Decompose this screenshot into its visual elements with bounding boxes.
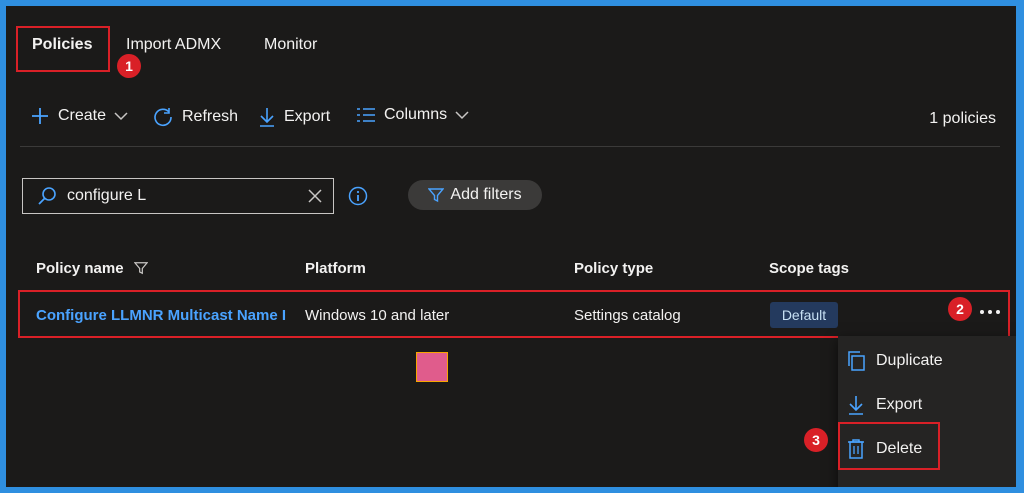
column-header-platform[interactable]: Platform	[305, 260, 366, 277]
toolbar-divider	[20, 146, 1000, 147]
columns-button[interactable]: Columns	[356, 106, 469, 124]
download-icon	[260, 108, 274, 127]
search-box[interactable]: configure L	[22, 178, 334, 214]
highlight-box-policies-tab	[16, 26, 110, 72]
clear-search-icon[interactable]	[307, 188, 323, 204]
filter-icon	[428, 188, 445, 203]
watermark-logo	[416, 352, 448, 382]
export-menu-label: Export	[876, 396, 923, 413]
callout-badge-2: 2	[948, 297, 972, 321]
intune-policies-panel: Policies Import ADMX Monitor 1 Create Re…	[6, 6, 1016, 487]
callout-badge-1: 1	[117, 54, 141, 78]
info-icon[interactable]	[348, 186, 368, 206]
add-filters-label: Add filters	[450, 186, 522, 203]
filter-icon[interactable]	[134, 261, 148, 275]
menu-item-export[interactable]: Export	[846, 394, 922, 416]
callout-badge-3: 3	[804, 428, 828, 452]
copy-icon	[848, 351, 865, 371]
chevron-down-icon	[114, 112, 128, 121]
duplicate-label: Duplicate	[876, 352, 943, 369]
highlight-box-delete	[838, 422, 940, 470]
export-label: Export	[284, 108, 331, 125]
search-icon	[38, 187, 56, 205]
refresh-button[interactable]: Refresh	[152, 106, 238, 128]
tab-import-admx[interactable]: Import ADMX	[126, 36, 221, 54]
export-button[interactable]: Export	[258, 106, 330, 128]
chevron-down-icon	[455, 111, 469, 120]
menu-item-duplicate[interactable]: Duplicate	[846, 350, 943, 372]
tab-monitor[interactable]: Monitor	[264, 36, 317, 54]
columns-icon	[357, 108, 375, 122]
create-button[interactable]: Create	[30, 106, 128, 126]
column-header-policy-name[interactable]: Policy name	[36, 260, 124, 277]
download-icon	[849, 396, 863, 415]
refresh-label: Refresh	[182, 108, 239, 125]
plus-icon	[32, 108, 48, 124]
column-header-scope-tags[interactable]: Scope tags	[769, 260, 849, 277]
highlight-box-policy-row	[18, 290, 1010, 338]
columns-label: Columns	[384, 106, 448, 123]
refresh-icon	[154, 108, 172, 127]
create-label: Create	[58, 107, 107, 124]
add-filters-button[interactable]: Add filters	[408, 180, 542, 210]
policy-count: 1 policies	[929, 110, 996, 127]
search-input[interactable]: configure L	[67, 187, 307, 205]
column-header-policy-type[interactable]: Policy type	[574, 260, 653, 277]
